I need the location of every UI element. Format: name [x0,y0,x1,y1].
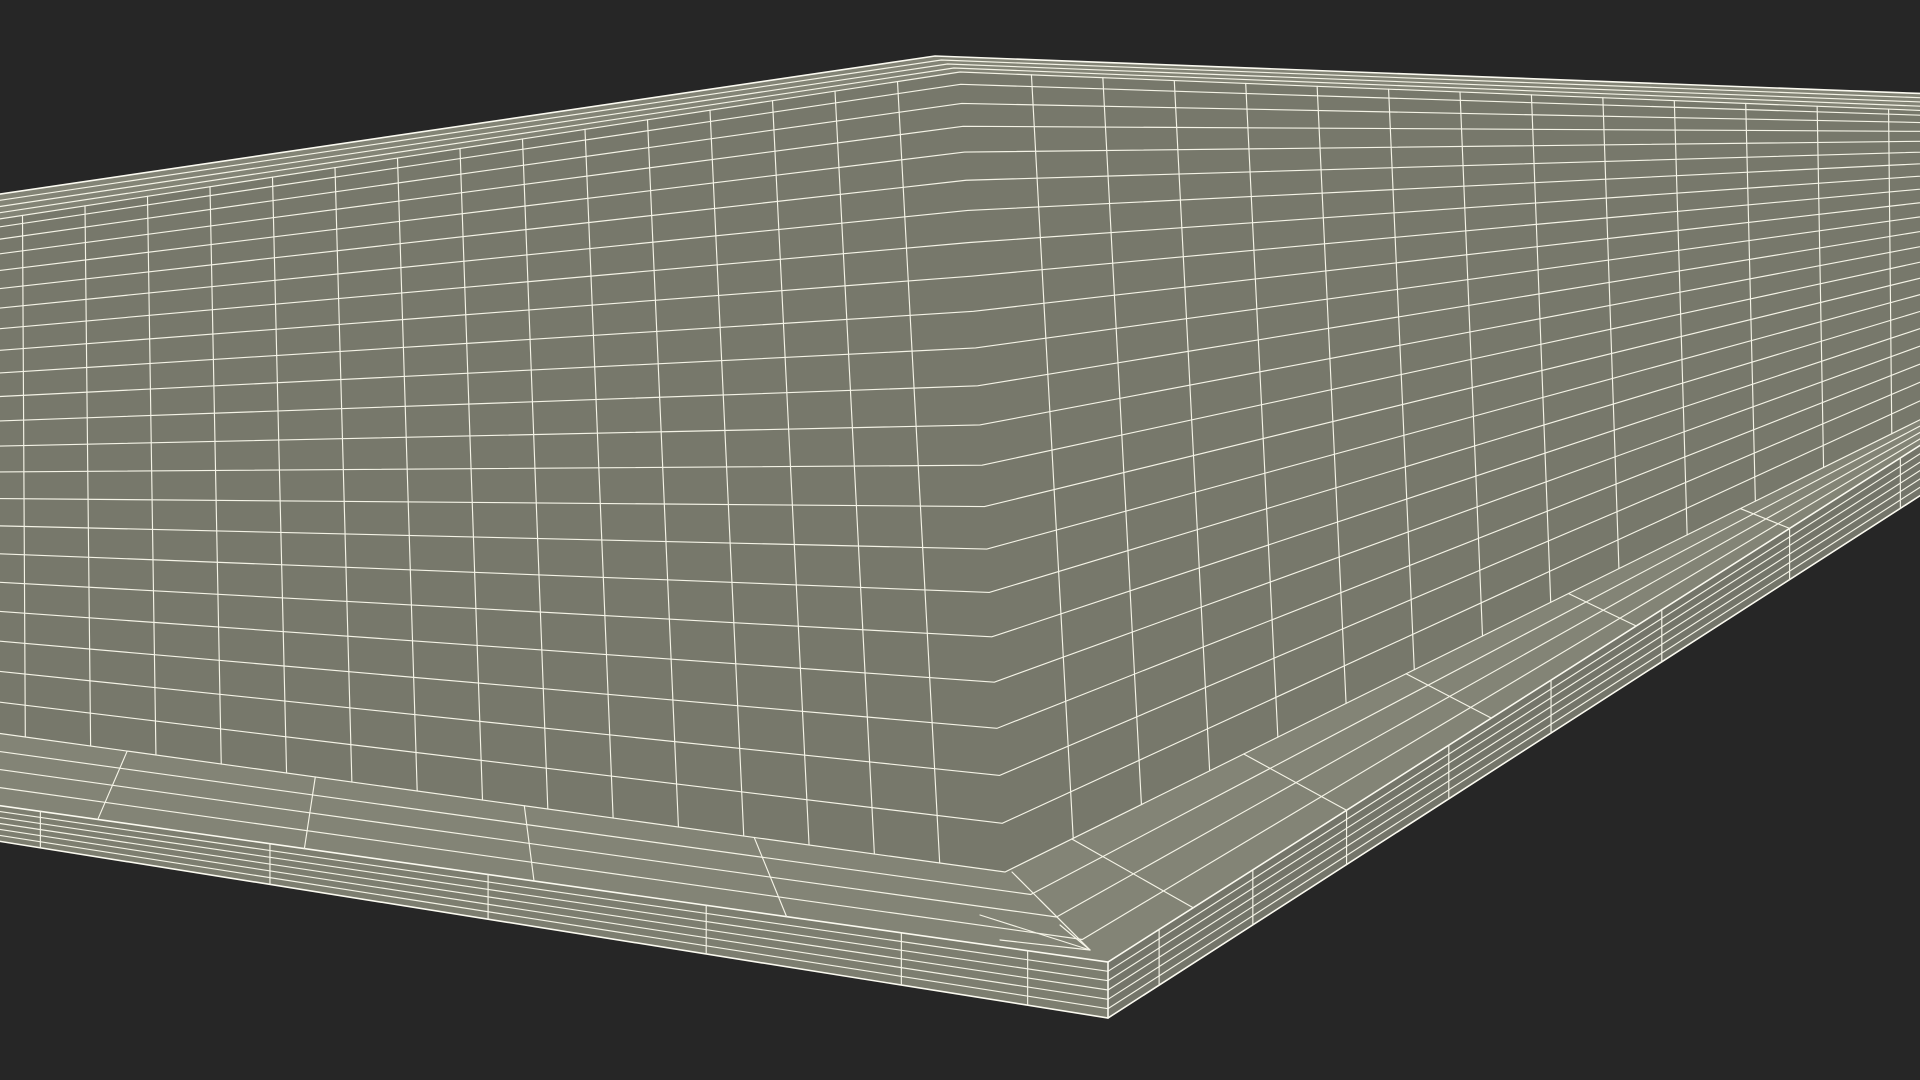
3d-viewport[interactable] [0,0,1920,1080]
wireframe-model [0,55,1920,1019]
slab-top-face [0,72,1920,872]
